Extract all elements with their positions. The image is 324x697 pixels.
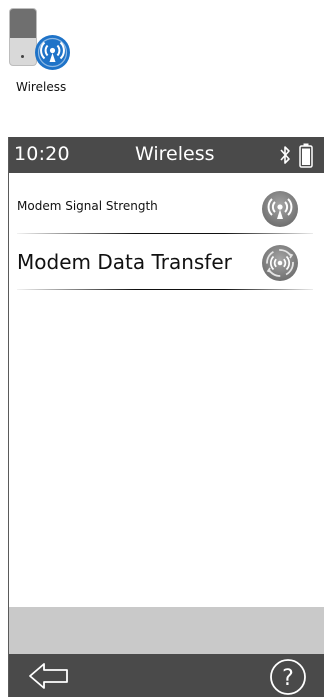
wireless-badge-icon bbox=[35, 35, 70, 70]
menu-item-label: Modem Signal Strength bbox=[17, 199, 158, 213]
screen-title: Wireless bbox=[135, 143, 215, 165]
device-button-icon bbox=[21, 55, 24, 58]
bluetooth-icon bbox=[280, 146, 290, 164]
back-arrow-icon[interactable] bbox=[27, 660, 71, 692]
device-screen: 10:20 Wireless Modem Signal Strength Mod… bbox=[8, 137, 324, 697]
app-label: Wireless bbox=[16, 80, 67, 94]
menu-item-label: Modem Data Transfer bbox=[17, 250, 232, 274]
battery-icon bbox=[299, 143, 313, 168]
help-icon[interactable]: ? bbox=[269, 658, 307, 696]
bottom-nav-bar: ? bbox=[9, 654, 324, 697]
status-bar: 10:20 Wireless bbox=[9, 137, 324, 173]
signal-strength-icon bbox=[262, 191, 298, 227]
divider bbox=[17, 233, 313, 234]
divider bbox=[17, 289, 313, 290]
footer-band bbox=[9, 607, 324, 654]
data-transfer-icon bbox=[262, 245, 298, 281]
status-time: 10:20 bbox=[14, 143, 70, 165]
menu-item-data-transfer[interactable]: Modem Data Transfer bbox=[9, 235, 324, 291]
help-glyph: ? bbox=[282, 666, 294, 691]
menu-item-signal-strength[interactable]: Modem Signal Strength bbox=[9, 173, 324, 235]
wireless-app-icon[interactable] bbox=[9, 8, 70, 72]
